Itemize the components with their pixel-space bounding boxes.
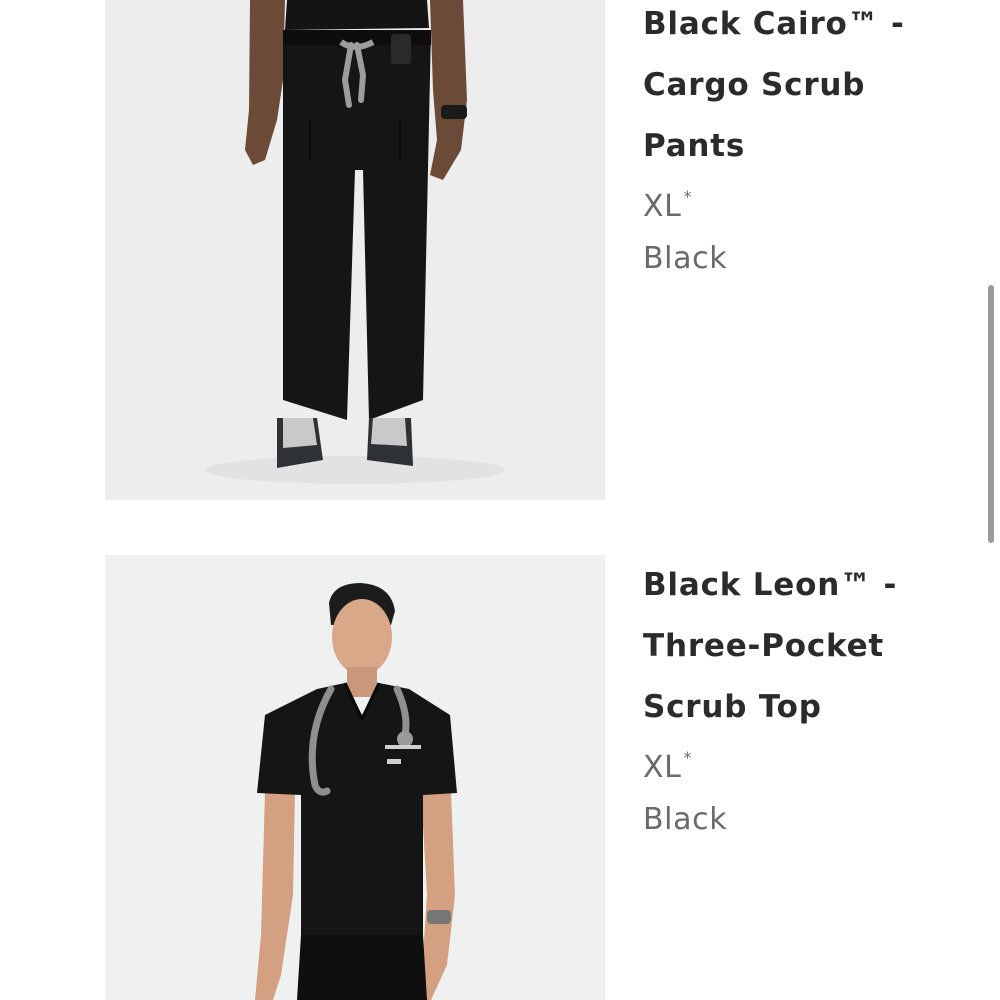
product-image[interactable] [105,555,605,1000]
product-color: Black [643,241,728,276]
size-marker: * [683,748,693,767]
cart-item-list: Black Cairo™ - Cargo Scrub Pants XL * Bla… [0,0,1000,1000]
scrollbar[interactable] [988,0,994,1000]
product-size: XL * [643,732,943,794]
product-color: Black [643,802,728,837]
product-size: XL * [643,171,943,233]
product-image[interactable] [105,0,605,500]
size-marker: * [683,187,693,206]
product-details: Black Cairo™ - Cargo Scrub Pants XL * Bla… [643,0,943,285]
list-item[interactable]: Black Cairo™ - Cargo Scrub Pants XL * Bla… [0,0,1000,500]
product-name[interactable]: Black Leon™ - Three-Pocket Scrub Top [643,555,943,738]
scrollbar-thumb[interactable] [988,285,994,543]
top-photo-icon [105,555,605,1000]
list-item[interactable]: Black Leon™ - Three-Pocket Scrub Top XL *… [0,555,1000,1000]
product-details: Black Leon™ - Three-Pocket Scrub Top XL *… [643,555,943,846]
size-value: XL [643,189,682,224]
size-value: XL [643,750,682,785]
pants-photo-icon [105,0,605,500]
product-name[interactable]: Black Cairo™ - Cargo Scrub Pants [643,0,943,177]
